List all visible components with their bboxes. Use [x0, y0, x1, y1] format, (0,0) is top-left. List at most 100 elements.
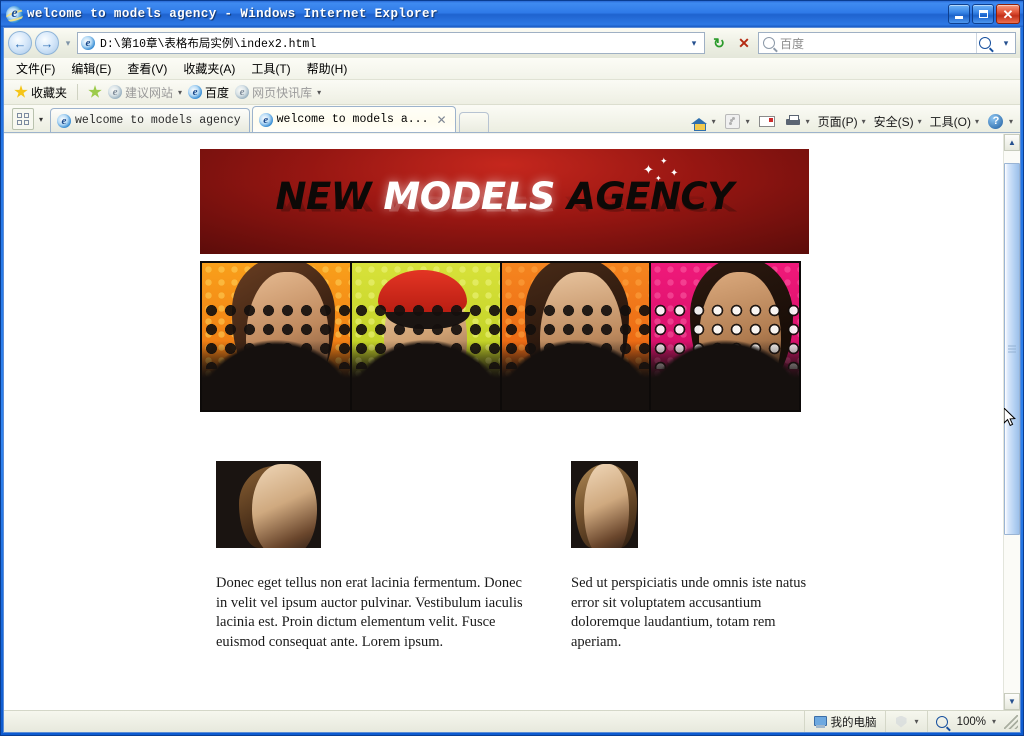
- sparkle-icon: ✦: [660, 156, 668, 166]
- banner-title: NEW MODELS AGENCY: [200, 175, 809, 218]
- page-menu-label: 页面(P): [817, 114, 858, 129]
- chevron-down-icon[interactable]: ▾: [712, 117, 716, 126]
- chevron-down-icon: ▾: [178, 87, 183, 97]
- tab-title: welcome to models agency: [75, 114, 241, 127]
- search-provider-dropdown[interactable]: ▾: [998, 33, 1014, 53]
- address-input[interactable]: D:\第10章\表格布局实例\index2.html: [100, 35, 686, 51]
- computer-icon: [813, 715, 827, 728]
- model-thumbnail-1[interactable]: [216, 461, 321, 548]
- chevron-down-icon[interactable]: ▾: [862, 117, 866, 126]
- chevron-down-icon: ▼: [1008, 697, 1016, 706]
- scroll-up-button[interactable]: ▲: [1004, 134, 1020, 151]
- favorite-web-slice-gallery[interactable]: 网页快讯库 ▾: [235, 84, 321, 101]
- chevron-down-icon[interactable]: ▾: [992, 717, 996, 726]
- back-button[interactable]: ←: [8, 31, 32, 55]
- chevron-down-icon[interactable]: ▾: [1009, 117, 1013, 126]
- chevron-up-icon: ▲: [1008, 138, 1016, 147]
- site-banner: NEW MODELS AGENCY NEW MODELS AGENCY ✦ ✦ …: [200, 149, 809, 254]
- tab-title: welcome to models a...: [276, 113, 429, 126]
- menu-favorites[interactable]: 收藏夹(A): [183, 60, 235, 77]
- chevron-down-icon[interactable]: ▾: [806, 117, 810, 126]
- maximize-icon: [978, 10, 988, 18]
- stop-button[interactable]: ✕: [733, 32, 755, 54]
- search-box[interactable]: 百度 ▾: [758, 32, 1016, 54]
- safety-menu-label: 安全(S): [873, 114, 914, 129]
- feeds-button[interactable]: ▾: [721, 112, 753, 130]
- protected-mode-indicator[interactable]: ▾: [884, 711, 927, 732]
- model-panel-3[interactable]: [501, 263, 650, 410]
- scrollbar-grip: [1008, 345, 1016, 353]
- tab-list-dropdown-button[interactable]: ▾: [34, 108, 48, 130]
- refresh-button[interactable]: ↻: [708, 32, 730, 54]
- resize-grip[interactable]: [1004, 714, 1018, 729]
- print-button[interactable]: ▾: [781, 112, 813, 130]
- menu-help[interactable]: 帮助(H): [307, 60, 348, 77]
- add-to-favorites-bar-button[interactable]: [88, 85, 102, 99]
- vertical-scrollbar[interactable]: ▲ ▼: [1003, 134, 1020, 710]
- banner-text-part2: AGENCY: [554, 175, 734, 218]
- model-gallery-strip: [200, 261, 801, 412]
- close-button[interactable]: ✕: [996, 4, 1020, 24]
- chevron-down-icon[interactable]: ▾: [915, 717, 919, 726]
- menu-file[interactable]: 文件(F): [16, 60, 55, 77]
- window-title: welcome to models agency - Windows Inter…: [27, 7, 438, 21]
- ie-icon: [235, 85, 250, 99]
- chevron-down-icon[interactable]: ▾: [918, 117, 922, 126]
- favorite-baidu[interactable]: 百度: [188, 84, 229, 101]
- menu-edit[interactable]: 编辑(E): [71, 60, 111, 77]
- tab-1[interactable]: welcome to models agency: [50, 108, 250, 132]
- model-thumbnail-2[interactable]: [571, 461, 638, 548]
- favorites-center-button[interactable]: 收藏夹: [14, 84, 67, 101]
- page-icon: [81, 35, 96, 51]
- page-viewport: NEW MODELS AGENCY NEW MODELS AGENCY ✦ ✦ …: [4, 133, 1020, 710]
- chevron-down-icon[interactable]: ▾: [975, 117, 979, 126]
- model-panel-4[interactable]: [651, 263, 799, 410]
- menu-view[interactable]: 查看(V): [127, 60, 167, 77]
- tab-2-active[interactable]: welcome to models a... ✕: [251, 106, 456, 132]
- page-menu-button[interactable]: 页面(P) ▾: [815, 113, 869, 130]
- banner-text-part1: NEW: [275, 175, 384, 218]
- tab-bar: ▾ welcome to models agency welcome to mo…: [4, 105, 1020, 133]
- chevron-down-icon[interactable]: ▾: [746, 117, 750, 126]
- read-mail-button[interactable]: [755, 112, 779, 130]
- menu-tools[interactable]: 工具(T): [251, 60, 290, 77]
- divider: [77, 84, 79, 100]
- model-silhouette: [351, 333, 500, 410]
- search-go-icon: [979, 37, 991, 49]
- ie-icon: [188, 85, 203, 99]
- search-submit-button[interactable]: [976, 33, 998, 53]
- scroll-down-button[interactable]: ▼: [1004, 693, 1020, 710]
- model-panel-2[interactable]: [351, 263, 500, 410]
- help-menu-button[interactable]: ? ▾: [984, 112, 1016, 130]
- tab-close-icon[interactable]: ✕: [436, 113, 446, 127]
- quick-tabs-button[interactable]: [12, 108, 34, 130]
- scrollbar-track[interactable]: [1004, 151, 1020, 693]
- print-icon: [784, 112, 802, 130]
- search-input[interactable]: 百度: [780, 35, 976, 52]
- content-column-left: Donec eget tellus non erat lacinia ferme…: [216, 461, 556, 652]
- history-dropdown-button[interactable]: ▾: [62, 38, 74, 49]
- command-bar: ▾ ▾ ▾ 页面(P) ▾ 安全(S) ▾ 工具(O) ▾ ? ▾: [687, 112, 1016, 131]
- minimize-button[interactable]: [948, 4, 970, 24]
- address-bar[interactable]: D:\第10章\表格布局实例\index2.html ▾: [77, 32, 705, 54]
- sparkle-icon: ✦: [643, 162, 654, 177]
- new-tab-button[interactable]: [458, 112, 489, 132]
- maximize-button[interactable]: [972, 4, 994, 24]
- address-dropdown-button[interactable]: ▾: [686, 33, 702, 53]
- client-area: ← → ▾ D:\第10章\表格布局实例\index2.html ▾ ↻ ✕ 百…: [3, 27, 1021, 733]
- model-silhouette: [501, 333, 650, 410]
- safety-menu-button[interactable]: 安全(S) ▾: [871, 113, 925, 130]
- forward-button[interactable]: →: [35, 31, 59, 55]
- favorite-suggested-sites[interactable]: 建议网站 ▾: [108, 84, 182, 101]
- zoom-control[interactable]: 100% ▾: [926, 711, 1004, 732]
- home-button[interactable]: ▾: [687, 112, 719, 131]
- security-zone[interactable]: 我的电脑: [803, 711, 885, 732]
- tools-menu-button[interactable]: 工具(O) ▾: [927, 113, 982, 130]
- chevron-down-icon: ▾: [317, 87, 322, 97]
- add-favorite-icon: [88, 85, 102, 98]
- stop-icon: ✕: [738, 34, 750, 51]
- menu-bar: 文件(F) 编辑(E) 查看(V) 收藏夹(A) 工具(T) 帮助(H): [4, 58, 1020, 80]
- scrollbar-thumb[interactable]: [1004, 163, 1020, 535]
- title-bar: welcome to models agency - Windows Inter…: [1, 1, 1023, 27]
- model-panel-1[interactable]: [202, 263, 350, 410]
